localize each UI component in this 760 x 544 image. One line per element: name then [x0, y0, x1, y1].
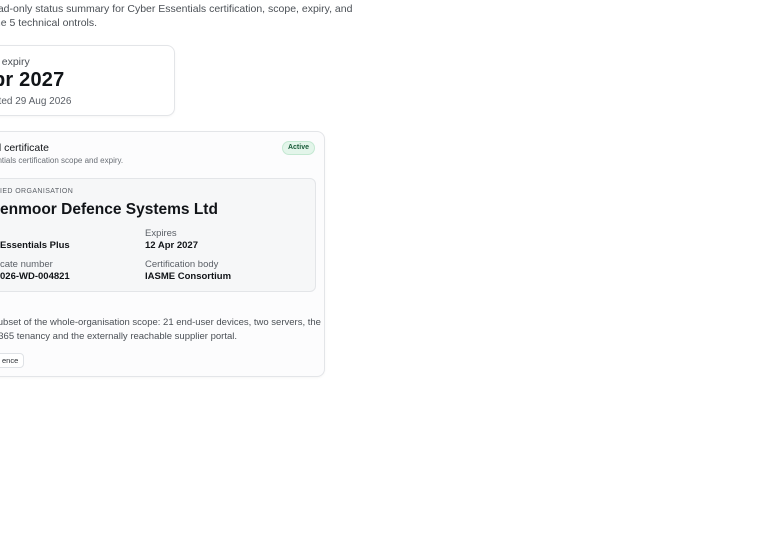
page-intro: ead-only status summary for Cyber Essent…	[0, 3, 353, 29]
certificate-title: al certificate	[0, 142, 50, 154]
organisation-name: enmoor Defence Systems Ltd	[0, 201, 218, 218]
expires-label: Expires	[145, 228, 177, 239]
certificate-number-value: 026-WD-004821	[0, 271, 70, 282]
organisation-panel: IED ORGANISATION enmoor Defence Systems …	[0, 178, 316, 292]
expires-value: 12 Apr 2027	[145, 240, 198, 251]
evidence-button[interactable]: ence	[0, 353, 25, 368]
certification-body-label: Certification body	[145, 259, 219, 270]
expiry-label: e expiry	[0, 56, 30, 68]
certificate-number-label: cate number	[0, 259, 53, 270]
expiry-value: pr 2027	[0, 69, 65, 91]
certification-body-value: IASME Consortium	[145, 271, 232, 282]
status-badge: Active	[281, 141, 315, 155]
expiry-card: e expiry pr 2027 ated 29 Aug 2026	[0, 45, 175, 116]
certificate-card: al certificate entials certification sco…	[0, 131, 325, 377]
certificate-description: entials certification scope and expiry.	[0, 156, 124, 165]
scope-description: subset of the whole-organisation scope: …	[0, 317, 321, 342]
organisation-label: IED ORGANISATION	[0, 188, 74, 195]
status-page: ead-only status summary for Cyber Essent…	[0, 0, 760, 544]
certification-level-value: Essentials Plus	[0, 240, 70, 251]
expiry-subtext: ated 29 Aug 2026	[0, 96, 72, 107]
